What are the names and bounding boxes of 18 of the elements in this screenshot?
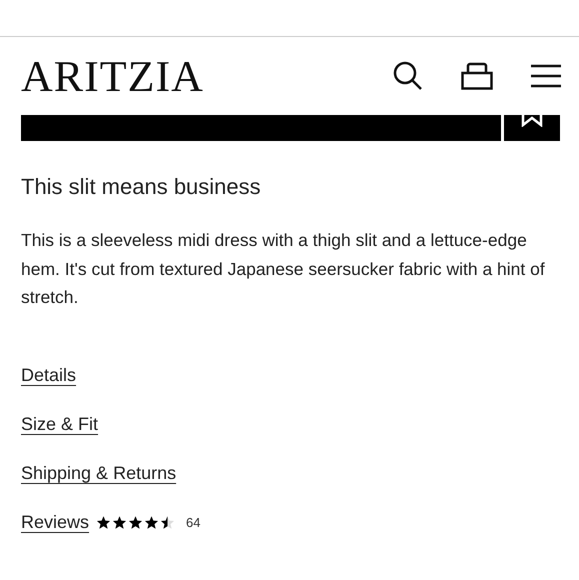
section-link[interactable]: Details	[21, 364, 76, 386]
star-icon	[160, 514, 176, 530]
star-icon	[144, 514, 160, 530]
review-count: 64	[186, 514, 200, 530]
search-icon[interactable]	[393, 61, 423, 91]
product-title: This slit means business	[21, 174, 262, 200]
reviews-link[interactable]: Reviews	[21, 512, 90, 532]
star-icon	[112, 514, 128, 530]
menu-icon[interactable]	[531, 64, 561, 88]
section-link[interactable]: Shipping & Returns	[21, 462, 176, 484]
wishlist-button[interactable]	[504, 115, 560, 141]
bookmark-icon	[521, 115, 543, 127]
section-link[interactable]: Size & Fit	[21, 414, 98, 434]
brand-logo[interactable]: ARITZIA	[21, 55, 204, 99]
star-icon	[96, 514, 112, 530]
shopping-bag-icon[interactable]	[461, 62, 493, 90]
star-icon	[128, 514, 144, 530]
product-description: This is a sleeveless midi dress with a thigh slit and a lettuce-edge hem. It's cut from textured Japanese seersucker fabric with a hint of stretch.	[21, 229, 546, 309]
